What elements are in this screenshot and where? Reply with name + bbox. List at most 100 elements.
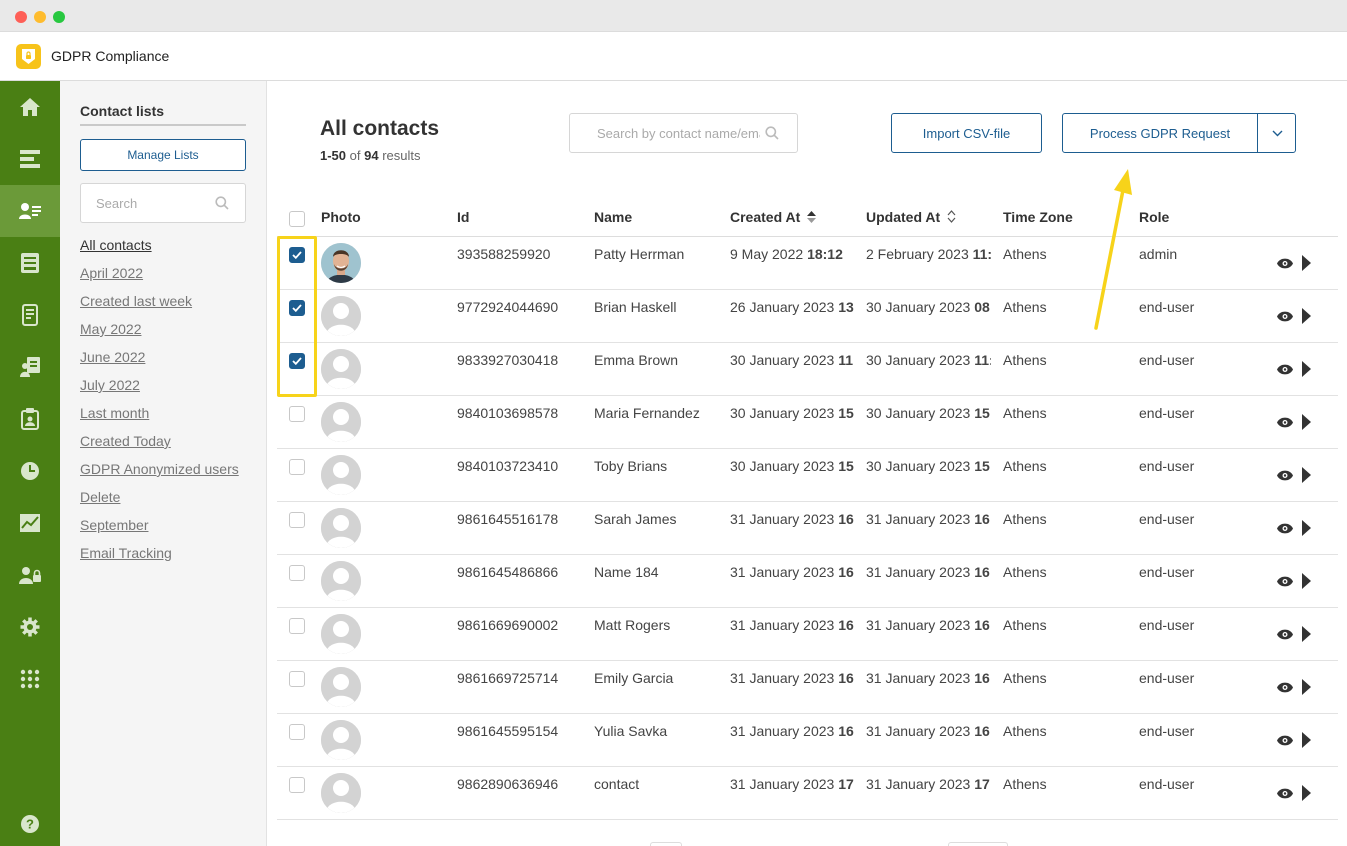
minimize-window-button[interactable] xyxy=(34,11,46,23)
expand-row-icon[interactable] xyxy=(1302,732,1311,748)
table-row[interactable]: 9840103723410 Toby Brians 30 January 2023 … xyxy=(277,449,1338,502)
contact-name: contact xyxy=(594,776,640,792)
rail-clipboard[interactable] xyxy=(0,393,60,445)
table-row[interactable]: 9833927030418 Emma Brown 30 January 2023 1… xyxy=(277,343,1338,396)
created-time: 15: xyxy=(838,405,854,421)
row-checkbox[interactable] xyxy=(289,671,305,687)
expand-row-icon[interactable] xyxy=(1302,520,1311,536)
expand-row-icon[interactable] xyxy=(1302,255,1311,271)
list-link[interactable]: September xyxy=(80,516,239,544)
column-created-at[interactable]: Created At xyxy=(730,209,817,225)
view-eye-icon[interactable] xyxy=(1277,629,1293,640)
contact-id: 9861645516178 xyxy=(457,511,559,527)
list-link[interactable]: June 2022 xyxy=(80,348,239,376)
rail-apps[interactable] xyxy=(0,653,60,705)
pagination-button[interactable] xyxy=(948,842,1008,846)
created-date: 31 January 2023 xyxy=(730,776,835,792)
pagination-button[interactable] xyxy=(650,842,682,846)
help-icon: ? xyxy=(21,815,39,833)
table-row[interactable]: 393588259920 Patty Herrman 9 May 2022 18:1… xyxy=(277,237,1338,290)
maximize-window-button[interactable] xyxy=(53,11,65,23)
row-checkbox[interactable] xyxy=(289,777,305,793)
expand-row-icon[interactable] xyxy=(1302,467,1311,483)
table-row[interactable]: 9861669690002 Matt Rogers 31 January 2023 … xyxy=(277,608,1338,661)
user-lock-icon xyxy=(19,567,41,584)
table-row[interactable]: 9861645516178 Sarah James 31 January 2023 … xyxy=(277,502,1338,555)
view-eye-icon[interactable] xyxy=(1277,258,1293,269)
row-checkbox[interactable] xyxy=(289,353,305,369)
expand-row-icon[interactable] xyxy=(1302,626,1311,642)
expand-row-icon[interactable] xyxy=(1302,414,1311,430)
view-eye-icon[interactable] xyxy=(1277,576,1293,587)
updated-date: 31 January 2023 xyxy=(866,564,971,580)
rail-history[interactable] xyxy=(0,445,60,497)
list-link-all-contacts[interactable]: All contacts xyxy=(80,236,239,264)
view-eye-icon[interactable] xyxy=(1277,417,1293,428)
rail-user-security[interactable] xyxy=(0,549,60,601)
import-csv-button[interactable]: Import CSV-file xyxy=(891,113,1042,153)
list-link[interactable]: Created last week xyxy=(80,292,239,320)
row-checkbox[interactable] xyxy=(289,565,305,581)
rail-contacts[interactable] xyxy=(0,185,60,237)
search-icon[interactable] xyxy=(215,196,229,210)
expand-row-icon[interactable] xyxy=(1302,679,1311,695)
rail-reports[interactable] xyxy=(0,497,60,549)
row-checkbox[interactable] xyxy=(289,724,305,740)
manage-lists-button[interactable]: Manage Lists xyxy=(80,139,246,171)
row-checkbox[interactable] xyxy=(289,512,305,528)
table-row[interactable]: 9861669725714 Emily Garcia 31 January 2023… xyxy=(277,661,1338,714)
results-range: 1-50 xyxy=(320,148,347,163)
column-id[interactable]: Id xyxy=(457,209,469,225)
row-checkbox[interactable] xyxy=(289,247,305,263)
row-checkbox[interactable] xyxy=(289,618,305,634)
list-link[interactable]: April 2022 xyxy=(80,264,239,292)
expand-row-icon[interactable] xyxy=(1302,785,1311,801)
row-checkbox[interactable] xyxy=(289,406,305,422)
view-eye-icon[interactable] xyxy=(1277,735,1293,746)
view-eye-icon[interactable] xyxy=(1277,788,1293,799)
list-link[interactable]: Last month xyxy=(80,404,239,432)
view-eye-icon[interactable] xyxy=(1277,523,1293,534)
view-eye-icon[interactable] xyxy=(1277,470,1293,481)
row-checkbox[interactable] xyxy=(289,459,305,475)
rail-help[interactable]: ? xyxy=(0,798,60,846)
contact-search-input[interactable] xyxy=(570,114,760,152)
created-at-cell: 30 January 2023 15: xyxy=(730,405,854,421)
row-checkbox[interactable] xyxy=(289,300,305,316)
table-row[interactable]: 9862890636946contact31 January 2023 17:3… xyxy=(277,767,1338,820)
list-link[interactable]: GDPR Anonymized users xyxy=(80,460,239,488)
table-row[interactable]: 9772924044690 Brian Haskell 26 January 202… xyxy=(277,290,1338,343)
rail-inbox[interactable] xyxy=(0,237,60,289)
expand-row-icon[interactable] xyxy=(1302,573,1311,589)
table-row[interactable]: 9861645595154 Yulia Savka 31 January 2023 … xyxy=(277,714,1338,767)
sort-icon[interactable] xyxy=(947,210,956,223)
view-eye-icon[interactable] xyxy=(1277,364,1293,375)
rail-dashboard[interactable] xyxy=(0,133,60,185)
expand-row-icon[interactable] xyxy=(1302,308,1311,324)
list-link[interactable]: May 2022 xyxy=(80,320,239,348)
rail-documents[interactable] xyxy=(0,289,60,341)
rail-home[interactable] xyxy=(0,81,60,133)
contact-name: Maria Fernandez xyxy=(594,405,700,421)
column-updated-at[interactable]: Updated At xyxy=(866,209,956,225)
list-link[interactable]: Created Today xyxy=(80,432,239,460)
rail-settings[interactable] xyxy=(0,601,60,653)
table-row[interactable]: 9861645486866 Name 184 31 January 2023 16:… xyxy=(277,555,1338,608)
close-window-button[interactable] xyxy=(15,11,27,23)
expand-row-icon[interactable] xyxy=(1302,361,1311,377)
select-all-checkbox[interactable] xyxy=(289,211,305,227)
process-gdpr-request-button[interactable]: Process GDPR Request xyxy=(1063,114,1257,152)
rail-consent[interactable] xyxy=(0,341,60,393)
view-eye-icon[interactable] xyxy=(1277,682,1293,693)
list-link[interactable]: July 2022 xyxy=(80,376,239,404)
list-link[interactable]: Email Tracking xyxy=(80,544,239,572)
list-link[interactable]: Delete xyxy=(80,488,239,516)
column-name[interactable]: Name xyxy=(594,209,632,225)
view-eye-icon[interactable] xyxy=(1277,311,1293,322)
gdpr-options-dropdown[interactable] xyxy=(1258,114,1296,152)
created-at-cell: 30 January 2023 11: xyxy=(730,352,854,368)
table-row[interactable]: 9840103698578 Maria Fernandez 30 January 2… xyxy=(277,396,1338,449)
sidebar-search-input[interactable] xyxy=(81,184,211,222)
sort-asc-icon[interactable] xyxy=(807,211,817,223)
search-icon[interactable] xyxy=(765,126,779,140)
